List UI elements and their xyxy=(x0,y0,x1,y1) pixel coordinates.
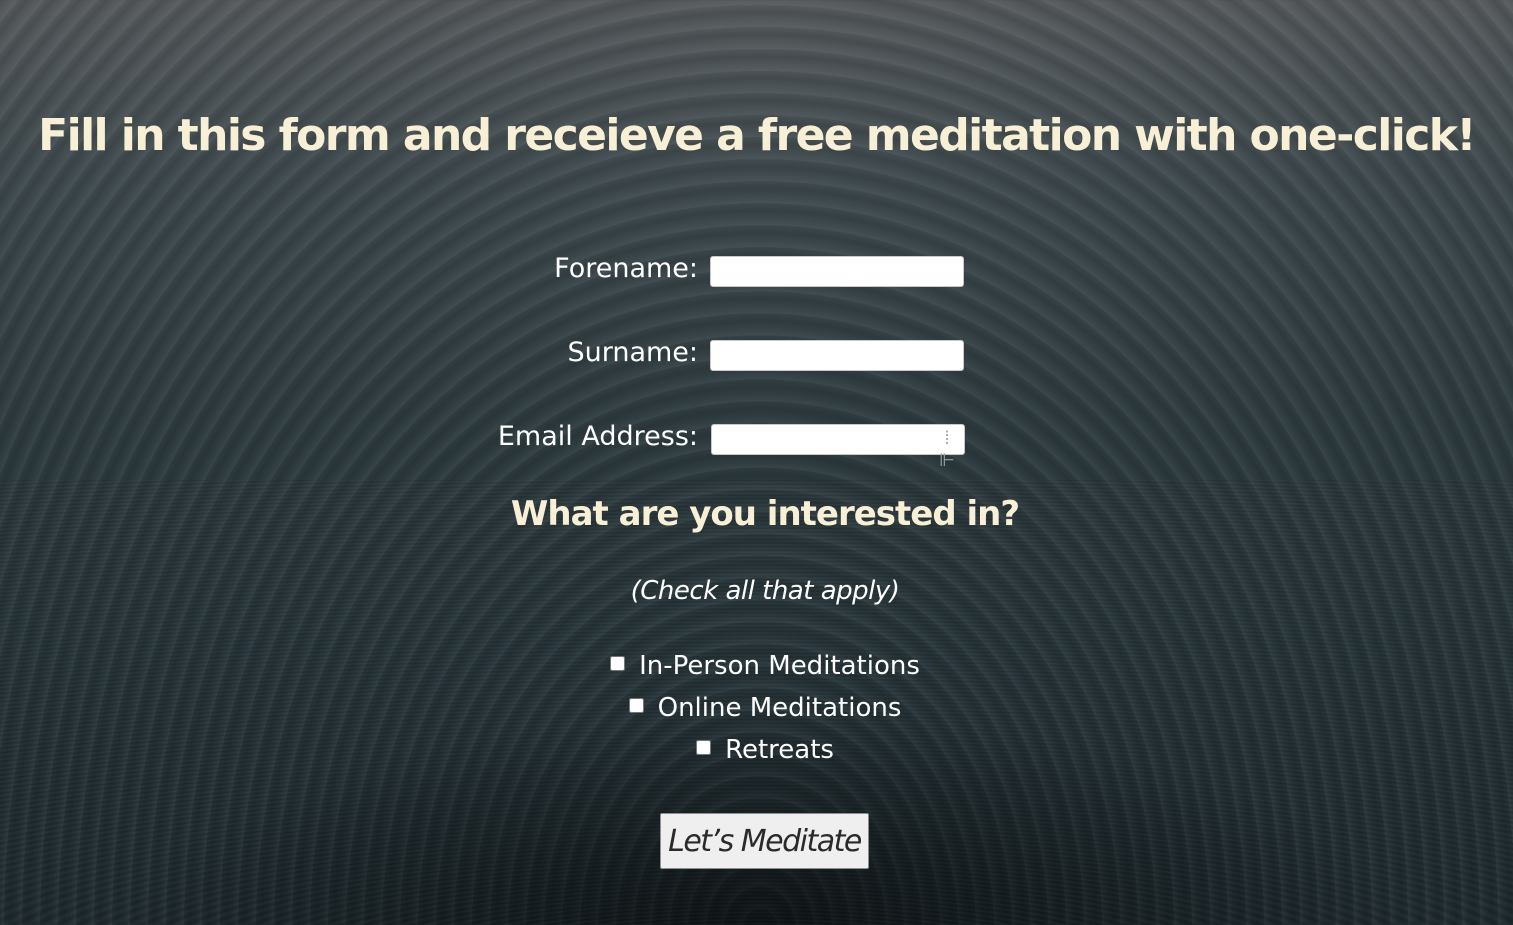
forename-label: Forename: xyxy=(554,253,698,284)
surname-input[interactable] xyxy=(710,340,964,371)
interest-option-in-person: In-Person Meditations xyxy=(0,649,1513,683)
password-manager-key-icon[interactable]: ⁞⊩ xyxy=(938,428,956,471)
email-label: Email Address: xyxy=(497,421,698,452)
forename-input[interactable] xyxy=(710,256,964,287)
forename-row: Forename: xyxy=(0,252,1513,292)
interests-title: What are you interested in? xyxy=(510,494,1020,534)
online-meditations-checkbox[interactable] xyxy=(628,698,644,713)
in-person-meditations-label[interactable]: In-Person Meditations xyxy=(639,651,920,681)
online-meditations-label[interactable]: Online Meditations xyxy=(658,693,902,723)
surname-row: Surname: xyxy=(0,336,1513,376)
in-person-meditations-checkbox[interactable] xyxy=(610,656,626,671)
interests-hint: (Check all that apply) xyxy=(630,576,900,606)
lets-meditate-button[interactable]: Let’s Meditate xyxy=(660,813,869,869)
email-input[interactable] xyxy=(711,424,965,455)
interest-option-retreats: Retreats xyxy=(0,733,1513,767)
page-headline: Fill in this form and receieve a free me… xyxy=(38,110,1476,161)
surname-label: Surname: xyxy=(567,337,698,368)
interest-option-online: Online Meditations xyxy=(0,691,1513,725)
email-row: Email Address: xyxy=(0,420,1513,460)
retreats-checkbox[interactable] xyxy=(696,740,712,755)
retreats-label[interactable]: Retreats xyxy=(725,735,834,765)
